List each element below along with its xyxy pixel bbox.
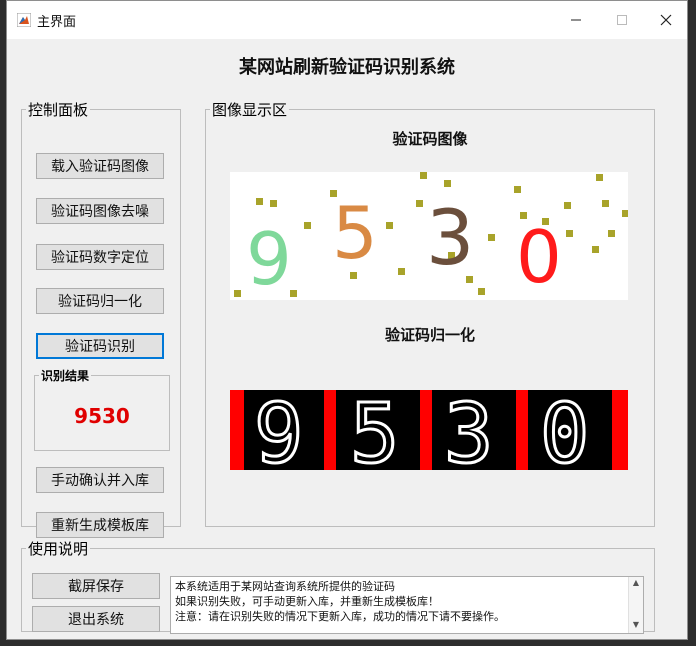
- screenshot-save-button[interactable]: 截屏保存: [32, 573, 160, 599]
- help-panel: 使用说明 截屏保存 退出系统 本系统适用于某网站查询系统所提供的验证码 如果识别…: [21, 538, 655, 634]
- normalized-digit-2: 5: [350, 390, 399, 470]
- confirm-save-button[interactable]: 手动确认并入库: [36, 467, 164, 493]
- normalized-digit-4: 0: [540, 390, 589, 470]
- captcha-digit-3: 3: [426, 193, 474, 282]
- control-panel: 控制面板 载入验证码图像 验证码图像去噪 验证码数字定位 验证码归一化 验证码识…: [21, 99, 181, 538]
- result-value: 9530: [74, 404, 130, 428]
- load-captcha-button[interactable]: 载入验证码图像: [36, 153, 164, 179]
- denoise-button[interactable]: 验证码图像去噪: [36, 198, 164, 224]
- help-line-1: 本系统适用于某网站查询系统所提供的验证码: [175, 580, 395, 593]
- captcha-image: 9 5 3 0: [230, 172, 628, 300]
- help-line-3: 注意：请在识别失败的情况下更新入库，成功的情况下请不要操作。: [175, 610, 505, 623]
- window-title: 主界面: [37, 15, 77, 30]
- regenerate-template-button[interactable]: 重新生成模板库: [36, 512, 164, 538]
- scroll-up-icon[interactable]: ▲: [629, 578, 643, 590]
- captcha-digit-1: 9: [246, 217, 292, 300]
- recognize-button[interactable]: 验证码识别: [36, 333, 164, 359]
- scroll-down-icon[interactable]: ▼: [629, 620, 643, 632]
- result-legend: 识别结果: [41, 369, 90, 383]
- main-window: 主界面 某网站刷新验证码识别系统 控制面板 载入验证码图像 验证码图像去噪 验证…: [6, 0, 688, 640]
- help-legend: 使用说明: [28, 540, 89, 558]
- captcha-digit-2: 5: [332, 191, 378, 275]
- captcha-digit-4: 0: [516, 215, 562, 299]
- help-scrollbar[interactable]: ▲ ▼: [628, 577, 643, 633]
- normalized-canvas: 9 5 3 0: [230, 390, 628, 470]
- app-title: 某网站刷新验证码识别系统: [239, 57, 455, 78]
- display-legend: 图像显示区: [212, 101, 288, 119]
- help-text[interactable]: 本系统适用于某网站查询系统所提供的验证码 如果识别失败，可手动更新入库，并重新生…: [170, 576, 644, 634]
- minimize-button[interactable]: [553, 1, 599, 39]
- exit-button[interactable]: 退出系统: [32, 606, 160, 632]
- locate-digits-button[interactable]: 验证码数字定位: [36, 244, 164, 270]
- normalized-image: 9 5 3 0: [230, 390, 628, 470]
- close-button[interactable]: [643, 1, 689, 39]
- captcha-canvas: 9 5 3 0: [234, 172, 628, 300]
- image-display-panel: 图像显示区 验证码图像 9 5 3 0 验证码归一化 9 5 3 0: [205, 99, 655, 527]
- control-panel-legend: 控制面板: [28, 101, 89, 119]
- maximize-button[interactable]: [599, 1, 645, 39]
- close-icon: [660, 14, 672, 26]
- result-box: 识别结果 9530: [34, 367, 170, 451]
- minimize-icon: [571, 19, 581, 21]
- normalized-caption: 验证码归一化: [384, 326, 475, 344]
- matlab-icon: [17, 13, 31, 27]
- normalized-digit-3: 3: [444, 390, 493, 470]
- normalize-button[interactable]: 验证码归一化: [36, 288, 164, 314]
- maximize-icon: [617, 15, 627, 25]
- captcha-caption: 验证码图像: [392, 130, 468, 148]
- help-line-2: 如果识别失败，可手动更新入库，并重新生成模板库！: [175, 595, 439, 608]
- title-bar: 主界面: [7, 1, 687, 39]
- normalized-digit-1: 9: [254, 390, 303, 470]
